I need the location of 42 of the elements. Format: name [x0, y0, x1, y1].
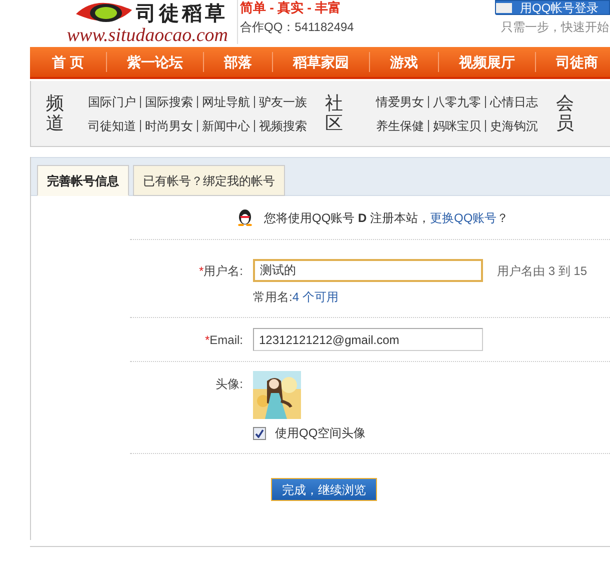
partner-qq: 合作QQ：541182494 [240, 19, 354, 36]
penguin-icon [237, 209, 253, 226]
channel-link[interactable]: 国际门户 [88, 92, 136, 110]
channel-heading: 会员 [556, 94, 574, 134]
tab[interactable]: 已有帐号？绑定我的帐号 [133, 165, 285, 196]
slogan: 简单 - 真实 - 丰富 [240, 0, 342, 15]
field-label: 头像: [216, 377, 243, 391]
channel-link[interactable]: 时尚男女 [145, 116, 193, 134]
change-account-link[interactable]: 更换QQ账号 [430, 210, 497, 224]
field-hint: 用户名由 3 到 15 [497, 262, 588, 280]
channel-heading: 社区 [325, 94, 343, 134]
channel-link[interactable]: 养生保健 [376, 116, 424, 134]
channel-link[interactable]: 新闻中心 [202, 116, 250, 134]
suggestion-text: 常用名:4 个可用 [253, 289, 340, 306]
notice-text: 您将使用QQ账号 D 注册本站，更换QQ账号？ [264, 210, 509, 226]
submit-button[interactable]: 完成，继续浏览 [271, 478, 377, 501]
channel-link[interactable]: 妈咪宝贝 [433, 116, 481, 134]
channel-link[interactable]: 驴友一族 [259, 92, 307, 110]
channel-heading: 频道 [46, 94, 64, 134]
logo-url: www.situdaocao.com [66, 26, 228, 46]
channel-link[interactable]: 网址导航 [202, 92, 250, 110]
suggestion-link[interactable]: 4 个可用 [292, 290, 338, 304]
channel-link[interactable]: 视频搜索 [259, 116, 307, 134]
text-field[interactable]: 12312121212@gmail.com [253, 328, 483, 351]
text-field[interactable]: 测试的 [253, 259, 483, 282]
required-mark: * [198, 264, 204, 278]
channel-link[interactable]: 司徒知道 [88, 116, 136, 134]
channel-link[interactable]: 史海钩沉 [490, 116, 538, 134]
required-mark: * [204, 333, 210, 347]
checkbox-label: 使用QQ空间头像 [275, 425, 366, 442]
checkbox[interactable] [253, 426, 266, 440]
field-label: 用户名: [204, 264, 243, 278]
check-icon [255, 428, 264, 438]
logo-title: 司徒稻草 [136, 1, 228, 25]
channel-link[interactable]: 心情日志 [490, 92, 538, 110]
qq-login-button[interactable]: 用QQ帐号登录 [495, 0, 610, 15]
channel-link[interactable]: 八零九零 [433, 92, 481, 110]
tagline: 只需一步，快速开始 [501, 19, 610, 36]
channel-link[interactable]: 情爱男女 [376, 92, 424, 110]
field-label: Email: [210, 333, 243, 347]
tab[interactable]: 完善帐号信息 [37, 165, 129, 196]
channel-link[interactable]: 国际搜索 [145, 92, 193, 110]
